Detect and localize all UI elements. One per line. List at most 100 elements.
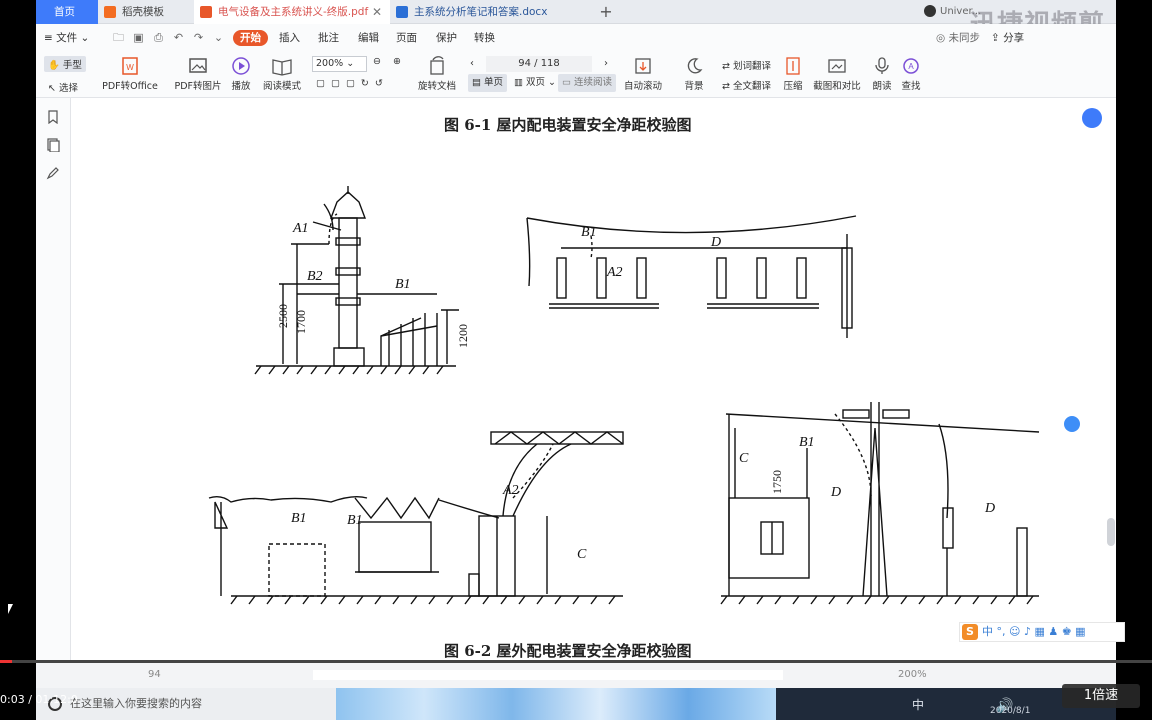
- tab-template-label: 稻壳模板: [122, 6, 164, 18]
- sync-status[interactable]: ◎ 未同步: [936, 30, 980, 46]
- double-page-button[interactable]: ▥ 双页 ⌄: [510, 74, 560, 92]
- taskbar-search[interactable]: 在这里输入你要搜索的内容: [36, 688, 336, 720]
- play-icon: [232, 57, 250, 75]
- ime-toolbar-text: 中 °, ☺ ♪ ▦ ♟ ♚ ▦: [982, 625, 1086, 638]
- tab-pdf[interactable]: 电气设备及主系统讲义-终版.pdf ✕: [194, 0, 390, 24]
- status-zoom[interactable]: 200%: [898, 669, 927, 680]
- screenshot-compare-button[interactable]: 截图和对比: [812, 52, 862, 98]
- annotation-icon[interactable]: [46, 166, 60, 180]
- screenshot-icon: [828, 59, 846, 73]
- tab-bar: 首页 稻壳模板 电气设备及主系统讲义-终版.pdf ✕ 主系统分析笔记和答案.do…: [36, 0, 1116, 77]
- dim-1750: 1750: [770, 470, 784, 494]
- new-tab-button[interactable]: +: [596, 0, 616, 24]
- undo-icon[interactable]: ↶: [172, 31, 185, 44]
- menu-insert[interactable]: 插入: [279, 30, 300, 46]
- zoom-out-icon[interactable]: ⊖: [373, 56, 381, 67]
- menu-start[interactable]: 开始: [233, 30, 268, 46]
- menu-edit[interactable]: 编辑: [358, 30, 379, 46]
- docer-icon: [104, 6, 116, 18]
- dim-1200: 1200: [456, 324, 470, 348]
- pdf-to-office-button[interactable]: W PDF转Office: [98, 52, 162, 98]
- next-page-icon[interactable]: ›: [604, 56, 608, 72]
- wps-window: 首页 稻壳模板 电气设备及主系统讲义-终版.pdf ✕ 主系统分析笔记和答案.do…: [36, 0, 1125, 662]
- redo-icon[interactable]: ↷: [192, 31, 205, 44]
- menu-protect[interactable]: 保护: [436, 30, 457, 46]
- single-page-button[interactable]: ▤ 单页: [468, 74, 508, 92]
- dim-1700: 1700: [294, 310, 308, 334]
- more-icon[interactable]: ⌄: [212, 31, 225, 44]
- file-menu[interactable]: ≡ 文件 ⌄: [44, 30, 89, 46]
- zoom-in-icon[interactable]: ⊕: [393, 56, 401, 67]
- ime-toolbar[interactable]: S 中 °, ☺ ♪ ▦ ♟ ♚ ▦: [959, 622, 1125, 642]
- continuous-read-button[interactable]: ▭ 连续阅读: [558, 74, 617, 92]
- ime-lang[interactable]: 中: [912, 696, 924, 713]
- label-c-out: C: [577, 547, 587, 562]
- zoom-select[interactable]: 200% ⌄: [312, 56, 367, 72]
- left-sidebar: [36, 98, 71, 662]
- pdf-to-image-button[interactable]: PDF转图片: [170, 52, 226, 98]
- thumbnail-icon[interactable]: [46, 138, 60, 152]
- view-tools[interactable]: ▢▢▢↻↺: [316, 78, 389, 89]
- bookmark-icon[interactable]: [46, 110, 60, 124]
- document-view[interactable]: 图 6-1 屋内配电装置安全净距校验图 A1 B2 B1 B1 A2 D B1 …: [71, 98, 1125, 662]
- label-b1-line: B1: [799, 435, 815, 450]
- pdf-to-image-label: PDF转图片: [174, 81, 222, 92]
- single-page-label: 单页: [484, 77, 504, 88]
- play-label: 播放: [231, 81, 251, 92]
- word-icon: [396, 6, 408, 18]
- share-label: 分享: [1003, 32, 1025, 44]
- page-total: 118: [540, 58, 560, 69]
- microphone-icon: [875, 57, 889, 74]
- video-progress[interactable]: [0, 660, 1152, 663]
- sogou-icon: S: [962, 624, 978, 640]
- label-d-line: D: [830, 485, 841, 500]
- compress-icon: [786, 57, 800, 75]
- share-button[interactable]: ⇪ 分享: [991, 30, 1024, 46]
- menu-page[interactable]: 页面: [396, 30, 417, 46]
- background-button[interactable]: 背景: [676, 52, 712, 98]
- pdf-page: 图 6-1 屋内配电装置安全净距校验图 A1 B2 B1 B1 A2 D B1 …: [71, 98, 1125, 660]
- full-translate-button[interactable]: ⇄ 全文翻译: [722, 78, 771, 92]
- prev-page-icon[interactable]: ‹: [470, 56, 474, 72]
- compress-button[interactable]: 压缩: [780, 52, 806, 98]
- vertical-scrollbar[interactable]: [1107, 518, 1115, 546]
- zoom-value: 200%: [316, 58, 344, 69]
- status-page[interactable]: 94: [148, 669, 161, 680]
- outdoor-equipment-drawing: [208, 431, 624, 605]
- menu-comment[interactable]: 批注: [318, 30, 339, 46]
- menu-convert[interactable]: 转换: [474, 30, 495, 46]
- tab-home[interactable]: 首页: [36, 0, 98, 24]
- read-mode-label: 阅读模式: [262, 81, 301, 92]
- hand-tool[interactable]: ✋ 手型: [44, 56, 86, 72]
- rotate-document-button[interactable]: 旋转文档: [416, 52, 458, 98]
- rotate-icon: [430, 56, 444, 75]
- word-translate-label: 划词翻译: [732, 61, 771, 72]
- compress-label: 压缩: [783, 81, 803, 92]
- file-menu-label: 文件: [56, 32, 78, 44]
- app: 首页 稻壳模板 电气设备及主系统讲义-终版.pdf ✕ 主系统分析笔记和答案.do…: [0, 0, 1152, 720]
- auto-scroll-button[interactable]: 自动滚动: [620, 52, 666, 98]
- video-time: 0:03 / 01:12:0: [0, 693, 78, 706]
- horizontal-scrollbar[interactable]: [313, 670, 783, 680]
- taskbar-date: 2020/8/1: [990, 706, 1031, 716]
- close-icon[interactable]: ✕: [372, 0, 382, 24]
- hand-tool-label: 手型: [62, 60, 82, 71]
- print-icon[interactable]: ⎙: [152, 31, 165, 44]
- open-icon[interactable]: 🗀: [112, 31, 125, 44]
- floating-assistant-dot[interactable]: [1064, 416, 1080, 432]
- word-translate-button[interactable]: ⇄ 划词翻译: [722, 58, 771, 72]
- tab-template[interactable]: 稻壳模板: [98, 0, 194, 24]
- taskbar-apps[interactable]: [336, 688, 776, 720]
- select-tool[interactable]: ↖ 选择: [48, 80, 78, 94]
- find-button[interactable]: A 查找: [898, 52, 924, 98]
- page-input[interactable]: 94 / 118: [486, 56, 592, 72]
- pdf-icon: [200, 6, 212, 18]
- save-icon[interactable]: ▣: [132, 31, 145, 44]
- read-mode-button[interactable]: 阅读模式: [258, 52, 306, 98]
- playback-speed-button[interactable]: 1倍速: [1062, 684, 1140, 708]
- read-aloud-button[interactable]: 朗读: [870, 52, 894, 98]
- tab-docx[interactable]: 主系统分析笔记和答案.docx: [390, 0, 580, 24]
- side-tools-button[interactable]: [1082, 108, 1102, 128]
- label-b1-indoor: B1: [395, 277, 411, 292]
- play-button[interactable]: 播放: [226, 52, 256, 98]
